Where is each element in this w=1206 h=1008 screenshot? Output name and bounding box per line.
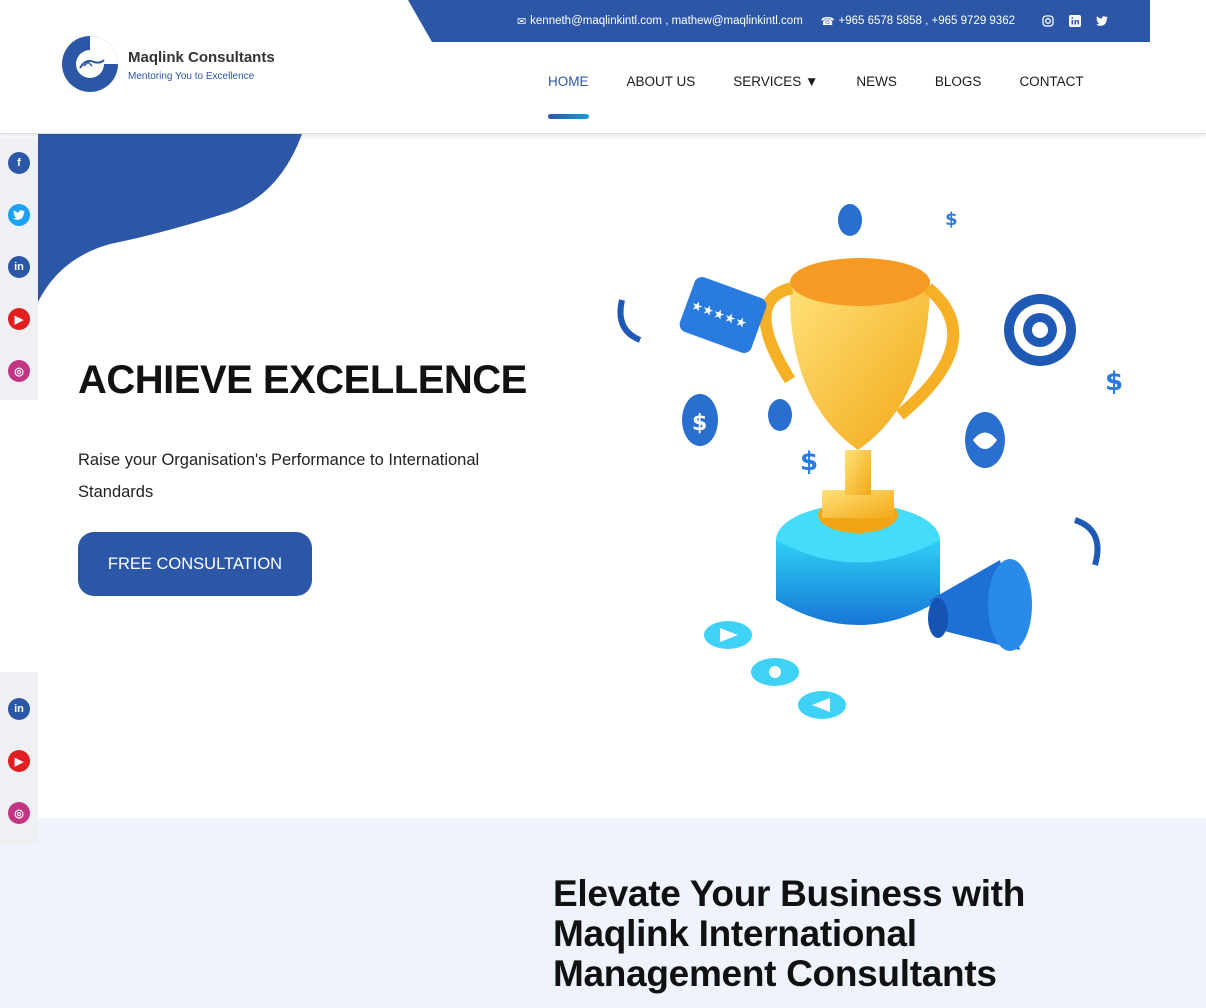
nav-home[interactable]: HOME (548, 74, 589, 119)
facebook-icon[interactable]: f (8, 152, 30, 174)
nav-services[interactable]: SERVICES ▼ (733, 74, 818, 101)
hero-subtitle: Raise your Organisation's Performance to… (78, 451, 480, 501)
linkedin-icon[interactable]: in (8, 256, 30, 278)
intro-heading: Elevate Your Business with Maqlink Inter… (553, 873, 1025, 994)
logo-mark (60, 30, 120, 100)
contact-phones[interactable]: ☎ +965 6578 5858 , +965 9729 9362 (821, 15, 1015, 28)
contact-bar: ✉ kenneth@maqlinkintl.com , mathew@maqli… (408, 0, 1150, 42)
instagram-icon[interactable] (1041, 15, 1054, 28)
email-text: kenneth@maqlinkintl.com , mathew@maqlink… (530, 15, 803, 27)
free-consultation-button[interactable]: FREE CONSULTATION (78, 532, 312, 596)
logo[interactable]: Maqlink Consultants Mentoring You to Exc… (60, 30, 275, 100)
contact-emails[interactable]: ✉ kenneth@maqlinkintl.com , mathew@maqli… (517, 15, 803, 28)
svg-text:$: $ (800, 447, 818, 477)
svg-text:$: $ (692, 411, 707, 436)
svg-text:$: $ (945, 209, 958, 230)
social-sidebar-bottom: in ▶ ◎ (0, 672, 38, 845)
brand-tagline: Mentoring You to Excellence (128, 70, 255, 82)
brand-name: Maqlink Consultants (128, 48, 275, 66)
twitter-icon[interactable] (8, 204, 30, 226)
linkedin-icon[interactable] (1068, 15, 1081, 28)
phone-text: +965 6578 5858 , +965 9729 9362 (838, 15, 1015, 27)
trophy-illustration: ★★★★★ $ $ $ $ (617, 204, 1123, 719)
svg-text:$: $ (1105, 367, 1123, 397)
mail-icon: ✉ (516, 15, 527, 28)
youtube-icon[interactable]: ▶ (8, 308, 30, 330)
linkedin-icon[interactable]: in (8, 698, 30, 720)
phone-icon: ☎ (820, 15, 835, 28)
social-sidebar-top: f in ▶ ◎ (0, 138, 38, 400)
logo-text: Maqlink Consultants Mentoring You to Exc… (128, 49, 275, 82)
instagram-icon[interactable]: ◎ (8, 360, 30, 382)
youtube-icon[interactable]: ▶ (8, 750, 30, 772)
hero-title: ACHIEVE EXCELLENCE (78, 358, 527, 402)
page: Maqlink Consultants Mentoring You to Exc… (0, 0, 1206, 1008)
hero-blob-shape (38, 134, 302, 302)
nav-about-us[interactable]: ABOUT US (627, 74, 696, 101)
nav-blogs[interactable]: BLOGS (935, 74, 982, 101)
main-nav: HOME ABOUT US SERVICES ▼ NEWS BLOGS CONT… (548, 74, 1084, 119)
intro-section: Elevate Your Business with Maqlink Inter… (0, 818, 1206, 1008)
instagram-icon[interactable]: ◎ (8, 802, 30, 824)
nav-news[interactable]: NEWS (856, 74, 897, 101)
twitter-icon[interactable] (1095, 15, 1108, 28)
topbar-socials (1041, 15, 1108, 28)
nav-contact[interactable]: CONTACT (1019, 74, 1083, 101)
